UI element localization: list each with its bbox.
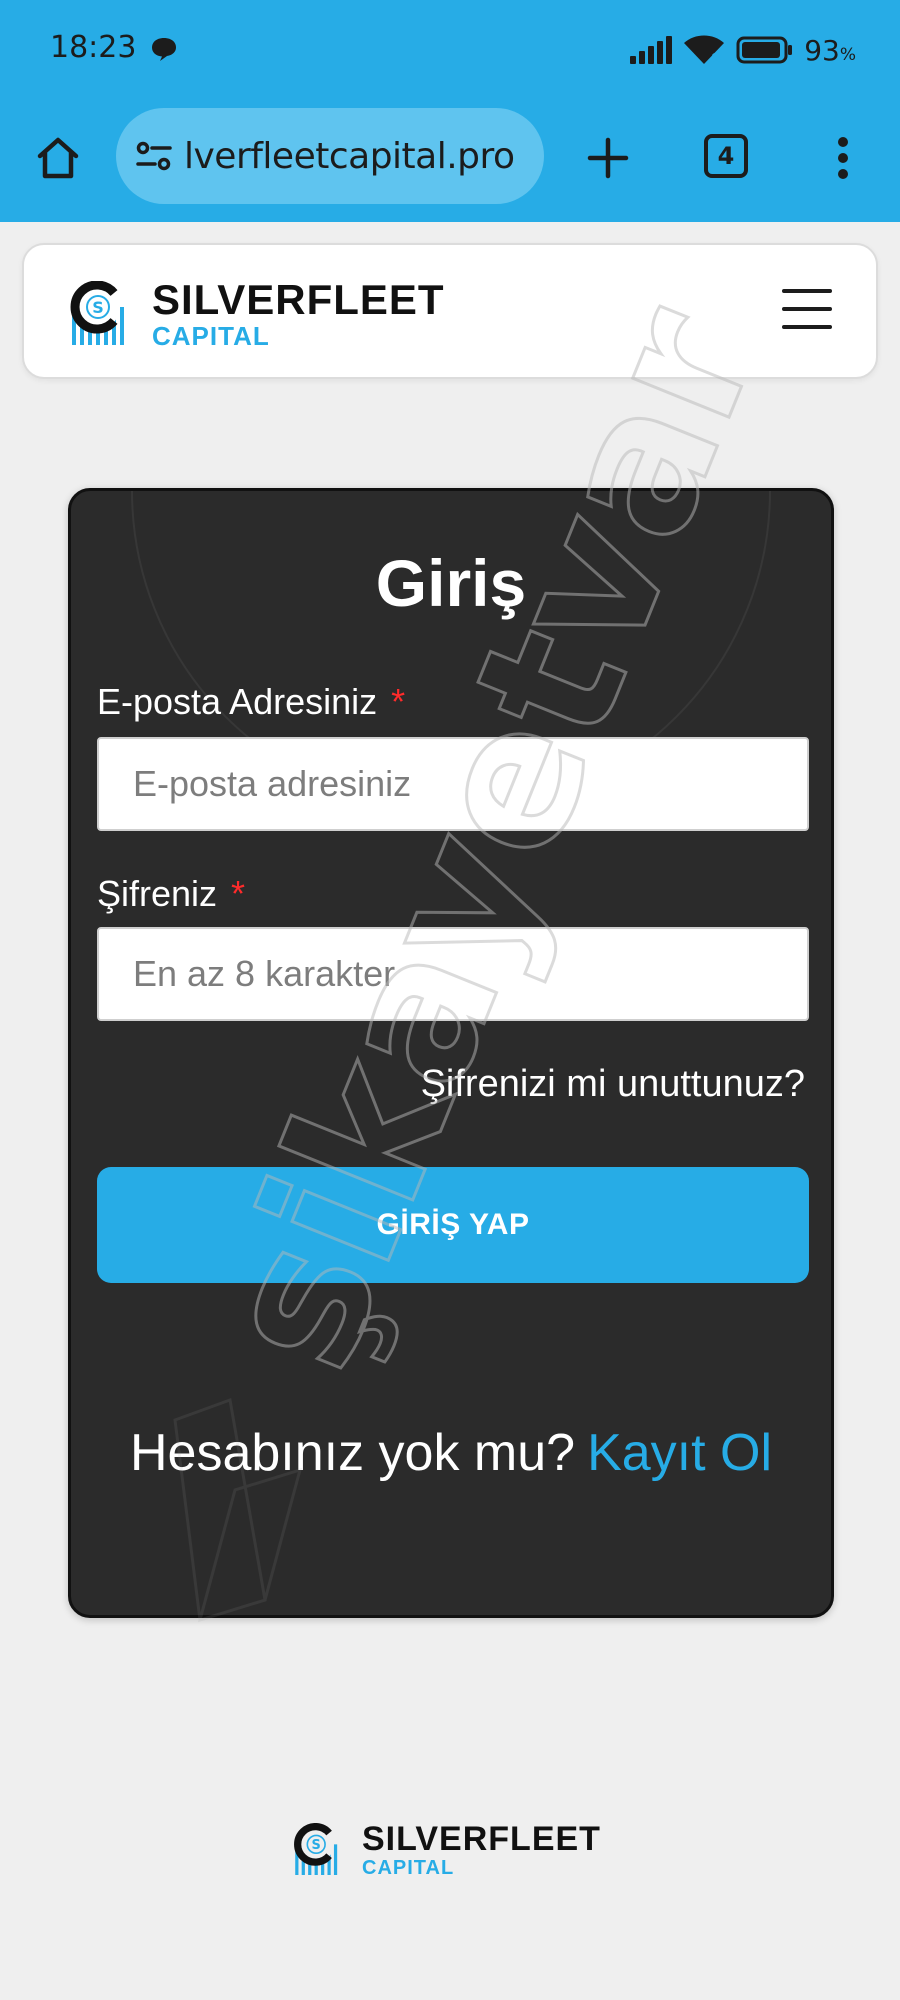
- home-icon: [37, 137, 79, 179]
- brand-logo-icon: S: [294, 1823, 338, 1875]
- login-card: Giriş E-posta Adresiniz * Şifreniz * Şifre…: [68, 488, 834, 1618]
- register-prompt: Hesabınız yok mu? Kayıt Ol: [71, 1423, 831, 1483]
- footer-brand-sub: CAPITAL: [362, 1857, 455, 1879]
- register-link[interactable]: Kayıt Ol: [587, 1424, 772, 1482]
- address-bar[interactable]: lverfleetcapital.pro: [116, 108, 544, 204]
- svg-text:S: S: [312, 1838, 321, 1853]
- status-bar: 18:23 93%: [0, 0, 900, 100]
- login-submit-button[interactable]: GİRİŞ YAP: [97, 1167, 809, 1283]
- tab-switcher-button[interactable]: 4: [704, 134, 748, 178]
- password-label: Şifreniz *: [97, 873, 245, 915]
- password-field[interactable]: [97, 927, 809, 1021]
- new-tab-button[interactable]: [580, 130, 636, 186]
- browser-chrome: 18:23 93% lverfleetcapital.pro 4: [0, 0, 900, 222]
- password-label-text: Şifreniz: [97, 873, 218, 914]
- required-marker: *: [391, 681, 406, 722]
- status-time: 18:23: [50, 30, 137, 65]
- footer-brand-name: SILVERFLEET: [362, 1820, 601, 1858]
- login-title: Giriş: [375, 546, 527, 620]
- plus-icon: [587, 137, 629, 179]
- url-text: lverfleetcapital.pro: [184, 135, 515, 177]
- battery-level: 93%: [804, 34, 856, 67]
- browser-toolbar: lverfleetcapital.pro 4: [0, 100, 900, 222]
- no-account-text: Hesabınız yok mu?: [129, 1424, 576, 1482]
- signal-icon: [630, 36, 673, 64]
- brand-logo-link[interactable]: S SILVERFLEET CAPITAL: [68, 279, 445, 349]
- brand-wordmark: SILVERFLEET CAPITAL: [152, 276, 445, 351]
- brand-name: SILVERFLEET: [152, 276, 445, 323]
- status-icons: 93%: [630, 30, 856, 70]
- email-label-text: E-posta Adresiniz: [97, 681, 378, 722]
- battery-unit: %: [839, 44, 856, 65]
- email-label: E-posta Adresiniz *: [97, 681, 405, 723]
- brand-logo-icon: S: [70, 281, 124, 345]
- email-field[interactable]: [97, 737, 809, 831]
- home-button[interactable]: [30, 130, 86, 186]
- hamburger-line: [782, 289, 832, 293]
- hamburger-line: [782, 325, 832, 329]
- brand-sub: CAPITAL: [152, 321, 270, 351]
- browser-menu-button[interactable]: [818, 130, 868, 186]
- message-notification-icon: [152, 38, 176, 61]
- battery-percent: 93: [804, 33, 840, 67]
- tune-icon[interactable]: [134, 136, 174, 176]
- forgot-password-link[interactable]: Şifrenizi mi unuttunuz?: [421, 1063, 805, 1106]
- footer-wordmark: SILVERFLEET CAPITAL: [362, 1822, 601, 1878]
- footer-brand[interactable]: S SILVERFLEET CAPITAL: [292, 1822, 601, 1878]
- required-marker: *: [231, 873, 246, 914]
- battery-icon: [736, 36, 793, 64]
- hamburger-icon[interactable]: [782, 289, 832, 329]
- svg-text:S: S: [92, 298, 104, 317]
- hamburger-line: [782, 307, 832, 311]
- more-vert-icon: [838, 137, 848, 179]
- site-header: S SILVERFLEET CAPITAL: [22, 243, 878, 379]
- wifi-icon: [684, 35, 725, 64]
